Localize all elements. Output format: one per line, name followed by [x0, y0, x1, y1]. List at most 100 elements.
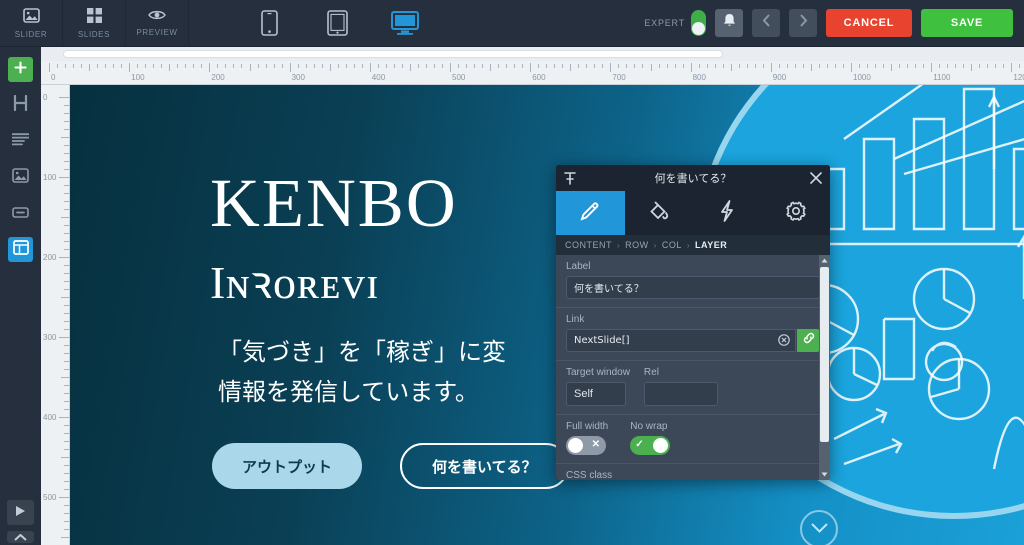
- slide-canvas[interactable]: KENBO Iɴꝛᴏʀᴇᴠɪ 「気づき」を「稼ぎ」に変 情報を発信しています。 …: [70, 85, 1024, 545]
- ruler-tick: [393, 64, 395, 68]
- breadcrumb-item-layer[interactable]: LAYER: [695, 240, 727, 250]
- ruler-tick: [971, 64, 973, 71]
- button-icon: [12, 205, 29, 223]
- play-button[interactable]: [7, 500, 34, 525]
- expert-mode-toggle[interactable]: [691, 10, 706, 36]
- ruler-tick: [714, 64, 716, 68]
- tab-content[interactable]: [556, 191, 625, 235]
- canvas-horizontal-scrollbar[interactable]: [41, 47, 1024, 61]
- ruler-label: 700: [612, 73, 626, 82]
- ruler-tick: [185, 64, 187, 68]
- slide-subtitle[interactable]: Iɴꝛᴏʀᴇᴠɪ: [210, 250, 380, 312]
- slide-secondary-button[interactable]: 何を書いてる？: [400, 443, 569, 489]
- toolbar-slides-button[interactable]: SLIDES: [63, 0, 126, 46]
- ruler-tick: [369, 63, 371, 72]
- scroll-down-arrow-icon[interactable]: [820, 469, 829, 480]
- text-layer-button[interactable]: [8, 129, 33, 154]
- ruler-tick: [851, 63, 852, 72]
- image-layer-button[interactable]: [8, 165, 33, 190]
- button-layer-button[interactable]: [8, 201, 33, 226]
- ruler-tick: [61, 137, 69, 138]
- panel-title: 何を書いてる？: [654, 172, 732, 185]
- layout-layer-button[interactable]: [8, 237, 33, 262]
- label-field-title: Label: [566, 261, 591, 272]
- ruler-tick: [658, 64, 660, 68]
- ruler-tick: [907, 64, 909, 68]
- slide-title[interactable]: KENBO: [210, 168, 458, 237]
- breadcrumb-item-content[interactable]: CONTENT: [565, 240, 612, 250]
- ruler-tick: [441, 64, 443, 68]
- ruler-tick: [794, 64, 796, 68]
- full-width-toggle[interactable]: ✕: [566, 436, 606, 455]
- ruler-tick: [193, 64, 195, 68]
- link-input[interactable]: [566, 329, 796, 352]
- toolbar-preview-button[interactable]: PREVIEW: [126, 0, 189, 46]
- tab-animation[interactable]: [693, 191, 762, 235]
- label-input[interactable]: [566, 276, 820, 299]
- previous-slide-button[interactable]: [752, 9, 780, 37]
- ruler-tick: [602, 64, 604, 68]
- device-tablet-button[interactable]: [317, 3, 357, 43]
- next-slide-button[interactable]: [789, 9, 817, 37]
- breadcrumb-item-row[interactable]: ROW: [625, 240, 649, 250]
- ruler-tick: [225, 64, 227, 68]
- scroll-down-indicator[interactable]: [800, 510, 838, 545]
- device-mobile-button[interactable]: [249, 3, 289, 43]
- add-layer-button[interactable]: [8, 57, 33, 82]
- ruler-tick: [57, 64, 59, 68]
- panel-body: Label Link: [556, 255, 830, 480]
- tab-style[interactable]: [625, 191, 694, 235]
- ruler-tick: [578, 64, 580, 68]
- ruler-tick: [61, 297, 69, 298]
- save-button[interactable]: SAVE: [921, 9, 1013, 37]
- ruler-tick: [73, 64, 75, 68]
- target-window-select-wrap: Self: [566, 382, 626, 406]
- layer-settings-panel[interactable]: 何を書いてる？ CONTENT › ROW › COL › LAYER Labe…: [556, 165, 830, 480]
- no-wrap-toggle[interactable]: ✓: [630, 436, 671, 455]
- ruler-tick: [59, 97, 69, 98]
- close-icon[interactable]: [810, 172, 822, 184]
- toolbar-slider-button[interactable]: SLIDER: [0, 0, 63, 46]
- breadcrumb: CONTENT › ROW › COL › LAYER: [556, 235, 830, 255]
- scroll-up-arrow-icon[interactable]: [820, 255, 829, 266]
- ruler-tick: [650, 64, 652, 71]
- ruler-tick: [514, 64, 516, 68]
- ruler-tick: [778, 64, 780, 68]
- ruler-tick: [345, 64, 347, 68]
- ruler-tick: [826, 64, 828, 68]
- toolbar-left-group: SLIDER SLIDES PREVIEW: [0, 0, 189, 46]
- ruler-tick: [530, 63, 532, 72]
- ruler-tick: [129, 63, 131, 72]
- heading-layer-button[interactable]: [8, 93, 33, 118]
- tab-settings[interactable]: [762, 191, 831, 235]
- ruler-tick: [610, 63, 612, 72]
- cancel-button[interactable]: CANCEL: [826, 9, 912, 37]
- slide-paragraph[interactable]: 「気づき」を「稼ぎ」に変 情報を発信しています。: [218, 333, 506, 412]
- slide-primary-button[interactable]: アウトプット: [212, 443, 363, 489]
- ruler-tick: [562, 64, 564, 68]
- rel-field: Rel: [643, 367, 718, 406]
- ruler-tick: [385, 64, 387, 68]
- pin-icon[interactable]: [564, 171, 576, 185]
- panel-scrollbar[interactable]: [819, 255, 830, 480]
- grid-icon: [86, 7, 102, 27]
- breadcrumb-item-col[interactable]: COL: [662, 240, 682, 250]
- rel-select[interactable]: [643, 382, 718, 406]
- device-desktop-button[interactable]: [385, 3, 425, 43]
- target-window-select[interactable]: Self: [566, 382, 626, 406]
- link-action-button[interactable]: [797, 329, 820, 352]
- ruler-tick: [987, 64, 989, 68]
- clear-circle-icon[interactable]: [778, 333, 790, 351]
- scrollbar-thumb[interactable]: [63, 50, 723, 58]
- ruler-tick: [674, 64, 676, 68]
- expert-mode-control[interactable]: EXPERT: [644, 10, 706, 36]
- panel-scrollbar-thumb[interactable]: [820, 267, 829, 442]
- ruler-label: 800: [692, 73, 706, 82]
- ruler-tick: [121, 64, 123, 68]
- ruler-tick: [289, 63, 291, 72]
- ruler-tick: [433, 64, 435, 68]
- ruler-tick: [49, 63, 50, 72]
- ruler-tick: [153, 64, 155, 68]
- notifications-button[interactable]: [715, 9, 743, 37]
- collapse-button[interactable]: [7, 531, 34, 543]
